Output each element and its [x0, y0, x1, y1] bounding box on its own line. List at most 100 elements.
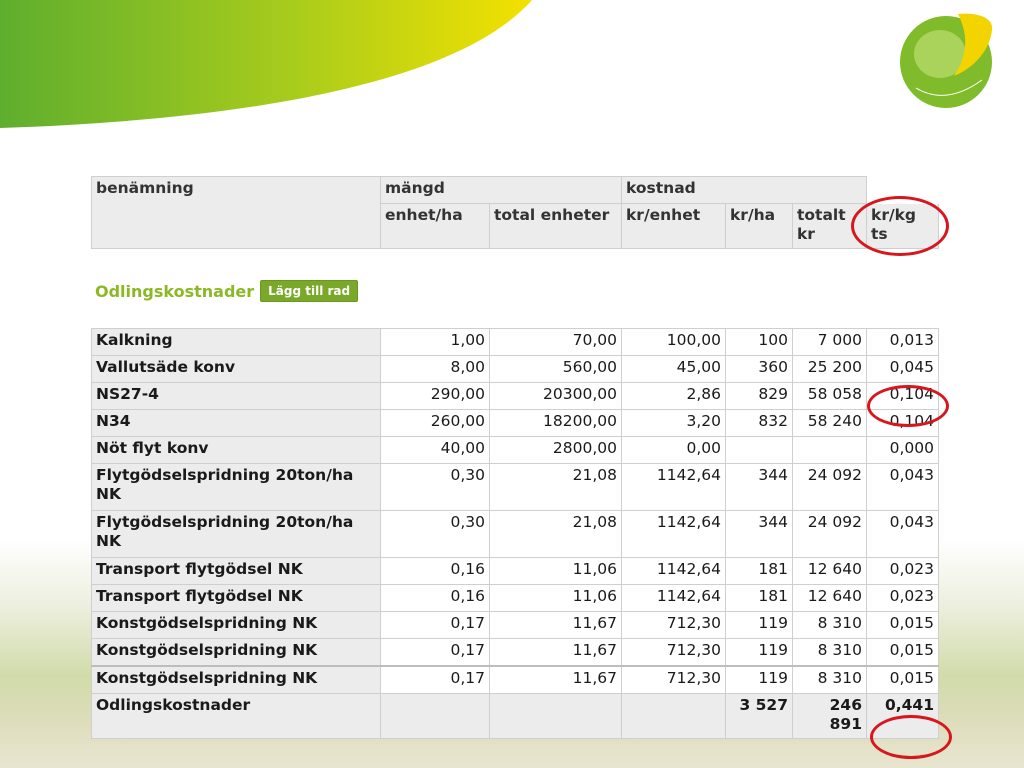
row-name: NS27-4 — [91, 382, 381, 410]
row-name: Vallutsäde konv — [91, 355, 381, 383]
cell-kr-ha: 119 — [725, 665, 793, 694]
cell-kr-kg: 0,104 — [866, 409, 939, 437]
row-name: N34 — [91, 409, 381, 437]
total-row: Odlingskostnader 3 527 246 891 0,441 — [91, 693, 939, 739]
cell-total: 560,00 — [489, 355, 622, 383]
row-name: Transport flytgödsel NK — [91, 557, 381, 585]
cell-kr-enhet: 712,30 — [621, 638, 726, 667]
cell-totalt: 8 310 — [792, 665, 867, 694]
cell-totalt: 8 310 — [792, 611, 867, 639]
cell-enhet-ha: 1,00 — [380, 328, 490, 356]
total-row-kr-kg: 0,441 — [866, 693, 939, 739]
cell-kr-ha: 119 — [725, 611, 793, 639]
cell-total: 11,67 — [489, 665, 622, 694]
table-row: NS27-4 290,00 20300,00 2,86 829 58 058 0,104 — [91, 382, 939, 410]
cell-totalt: 58 240 — [792, 409, 867, 437]
cell-kr-kg: 0,015 — [866, 611, 939, 639]
table-row: Konstgödselspridning NK 0,17 11,67 712,30 11… — [91, 611, 939, 639]
cell-kr-ha: 119 — [725, 638, 793, 667]
header-empty — [866, 176, 940, 204]
cell-enhet-ha: 260,00 — [380, 409, 490, 437]
cell-total: 21,08 — [489, 463, 622, 511]
table-row: Flytgödselspridning 20ton/ha NK 0,30 21,08… — [91, 510, 939, 558]
table-row: N34 260,00 18200,00 3,20 832 58 240 0,104 — [91, 409, 939, 437]
cell-totalt: 12 640 — [792, 557, 867, 585]
row-name: Transport flytgödsel NK — [91, 584, 381, 612]
cell-kr-ha: 344 — [725, 510, 793, 558]
cell-kr-ha: 100 — [725, 328, 793, 356]
table-row: Konstgödselspridning NK 0,17 11,67 712,30 11… — [91, 638, 939, 667]
row-name: Flytgödselspridning 20ton/ha NK — [91, 510, 381, 558]
cell-total: 11,67 — [489, 611, 622, 639]
hushallningssallskapet-logo — [900, 13, 993, 108]
cell-kr-ha: 181 — [725, 557, 793, 585]
section-title: Odlingskostnader — [95, 281, 255, 301]
cell-kr-enhet: 1142,64 — [621, 510, 726, 558]
cell-kr-enhet: 3,20 — [621, 409, 726, 437]
total-row-empty-1 — [380, 693, 490, 739]
cell-total: 11,67 — [489, 638, 622, 667]
cell-kr-kg: 0,104 — [866, 382, 939, 410]
header-kr-enhet: kr/enhet — [621, 203, 726, 249]
table-row: Vallutsäde konv 8,00 560,00 45,00 360 25 200 0… — [91, 355, 939, 383]
table-row: Nöt flyt konv 40,00 2800,00 0,00 0,000 — [91, 436, 939, 464]
cell-total: 2800,00 — [489, 436, 622, 464]
cell-totalt: 25 200 — [792, 355, 867, 383]
cell-totalt: 12 640 — [792, 584, 867, 612]
header-kr-kg-ts: kr/kg ts — [866, 203, 940, 249]
row-name: Flytgödselspridning 20ton/ha NK — [91, 463, 381, 511]
cell-kr-ha: 344 — [725, 463, 793, 511]
cell-kr-enhet: 1142,64 — [621, 584, 726, 612]
cell-totalt: 8 310 — [792, 638, 867, 667]
cell-kr-kg: 0,043 — [866, 463, 939, 511]
cell-enhet-ha: 8,00 — [380, 355, 490, 383]
cell-total: 11,06 — [489, 557, 622, 585]
cell-kr-kg: 0,015 — [866, 638, 939, 667]
cell-enhet-ha: 0,30 — [380, 463, 490, 511]
section-header: Odlingskostnader Lägg till rad — [95, 280, 359, 302]
row-name: Konstgödselspridning NK — [91, 665, 381, 694]
cell-kr-enhet: 45,00 — [621, 355, 726, 383]
total-row-kr-ha: 3 527 — [725, 693, 793, 739]
header-totalt-kr: totalt kr — [791, 203, 868, 249]
table-row: Flytgödselspridning 20ton/ha NK 0,30 21,08… — [91, 463, 939, 511]
cell-kr-enhet: 100,00 — [621, 328, 726, 356]
add-row-button[interactable]: Lägg till rad — [260, 280, 359, 302]
cell-enhet-ha: 0,30 — [380, 510, 490, 558]
header-mangd: mängd — [380, 176, 622, 204]
cell-kr-ha: 832 — [725, 409, 793, 437]
cell-totalt — [792, 436, 867, 464]
cell-total: 70,00 — [489, 328, 622, 356]
cell-kr-enhet: 1142,64 — [621, 557, 726, 585]
cell-totalt: 58 058 — [792, 382, 867, 410]
total-row-totalt: 246 891 — [792, 693, 867, 739]
cell-enhet-ha: 0,16 — [380, 557, 490, 585]
table-row: Kalkning 1,00 70,00 100,00 100 7 000 0,013 — [91, 328, 939, 356]
cell-totalt: 24 092 — [792, 510, 867, 558]
cell-enhet-ha: 40,00 — [380, 436, 490, 464]
cell-total: 21,08 — [489, 510, 622, 558]
cost-table: Kalkning 1,00 70,00 100,00 100 7 000 0,013 Vall… — [91, 328, 939, 739]
cell-total: 11,06 — [489, 584, 622, 612]
cell-kr-ha: 829 — [725, 382, 793, 410]
cell-enhet-ha: 0,17 — [380, 665, 490, 694]
table-row: Transport flytgödsel NK 0,16 11,06 1142,64 1… — [91, 584, 939, 612]
cell-kr-ha: 360 — [725, 355, 793, 383]
cell-kr-enhet: 712,30 — [621, 611, 726, 639]
cell-kr-enhet: 1142,64 — [621, 463, 726, 511]
cell-enhet-ha: 290,00 — [380, 382, 490, 410]
cell-kr-kg: 0,013 — [866, 328, 939, 356]
cell-enhet-ha: 0,17 — [380, 638, 490, 667]
cell-kr-ha — [725, 436, 793, 464]
cell-kr-kg: 0,045 — [866, 355, 939, 383]
total-row-name: Odlingskostnader — [91, 693, 381, 739]
row-name: Konstgödselspridning NK — [91, 638, 381, 667]
cell-kr-kg: 0,043 — [866, 510, 939, 558]
total-row-empty-2 — [489, 693, 622, 739]
cell-total: 18200,00 — [489, 409, 622, 437]
cell-enhet-ha: 0,16 — [380, 584, 490, 612]
header-kr-ha: kr/ha — [725, 203, 793, 249]
cell-kr-enhet: 0,00 — [621, 436, 726, 464]
row-name: Kalkning — [91, 328, 381, 356]
cell-kr-kg: 0,000 — [866, 436, 939, 464]
